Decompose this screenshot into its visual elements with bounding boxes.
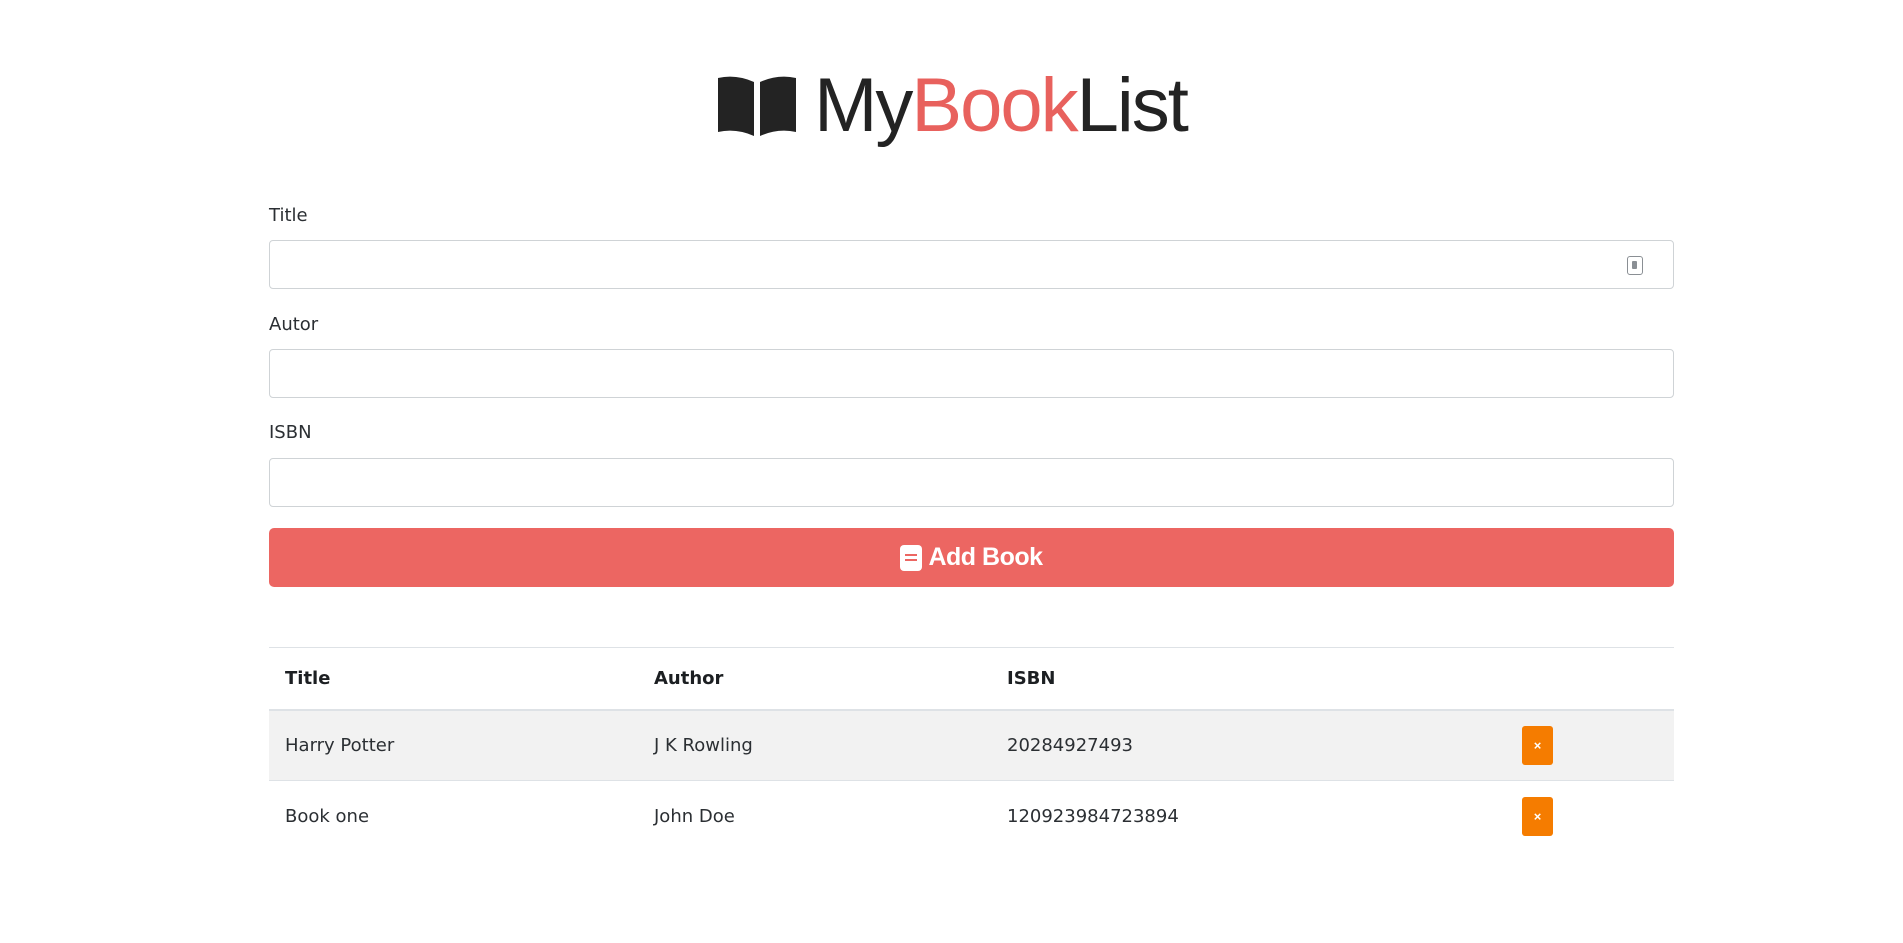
book-icon (900, 544, 923, 571)
cell-actions: × (1506, 709, 1674, 781)
cell-isbn: 20284927493 (991, 709, 1506, 781)
cell-actions: × (1506, 781, 1674, 852)
isbn-input[interactable] (270, 459, 1673, 506)
cell-title: Harry Potter (269, 709, 638, 781)
author-input[interactable] (270, 350, 1673, 397)
delete-book-button[interactable]: × (1522, 725, 1553, 765)
add-book-label: Add Book (928, 543, 1043, 571)
title-field-wrapper (269, 240, 1674, 289)
cell-title: Book one (285, 805, 370, 827)
cell-isbn: 120923984723894 (1007, 805, 1179, 827)
book-form: Title Autor ISBN Add Book Title Author I… (269, 0, 1674, 943)
author-field-wrapper (269, 349, 1674, 398)
column-header-author: Author (638, 647, 991, 711)
column-header-actions (1506, 647, 1674, 711)
isbn-field-wrapper (269, 458, 1674, 507)
table-row: Book one John Doe 120923984723894 × (269, 781, 1674, 852)
isbn-label: ISBN (269, 422, 312, 443)
table-row: Harry Potter J K Rowling 20284927493 × (269, 709, 1674, 781)
title-label: Title (269, 205, 308, 226)
delete-book-button[interactable]: × (1522, 796, 1553, 836)
column-header-title: Title (269, 647, 638, 711)
book-list-table: Title Author ISBN Harry Potter J K Rowli… (269, 647, 1674, 852)
cell-author: John Doe (654, 805, 735, 827)
table-header-row: Title Author ISBN (269, 647, 1674, 711)
autofill-contact-icon[interactable] (1627, 256, 1643, 275)
cell-author: J K Rowling (638, 709, 991, 781)
author-label: Autor (269, 314, 319, 335)
add-book-button[interactable]: Add Book (269, 528, 1674, 587)
column-header-isbn: ISBN (991, 647, 1506, 711)
title-input[interactable] (270, 241, 1673, 288)
